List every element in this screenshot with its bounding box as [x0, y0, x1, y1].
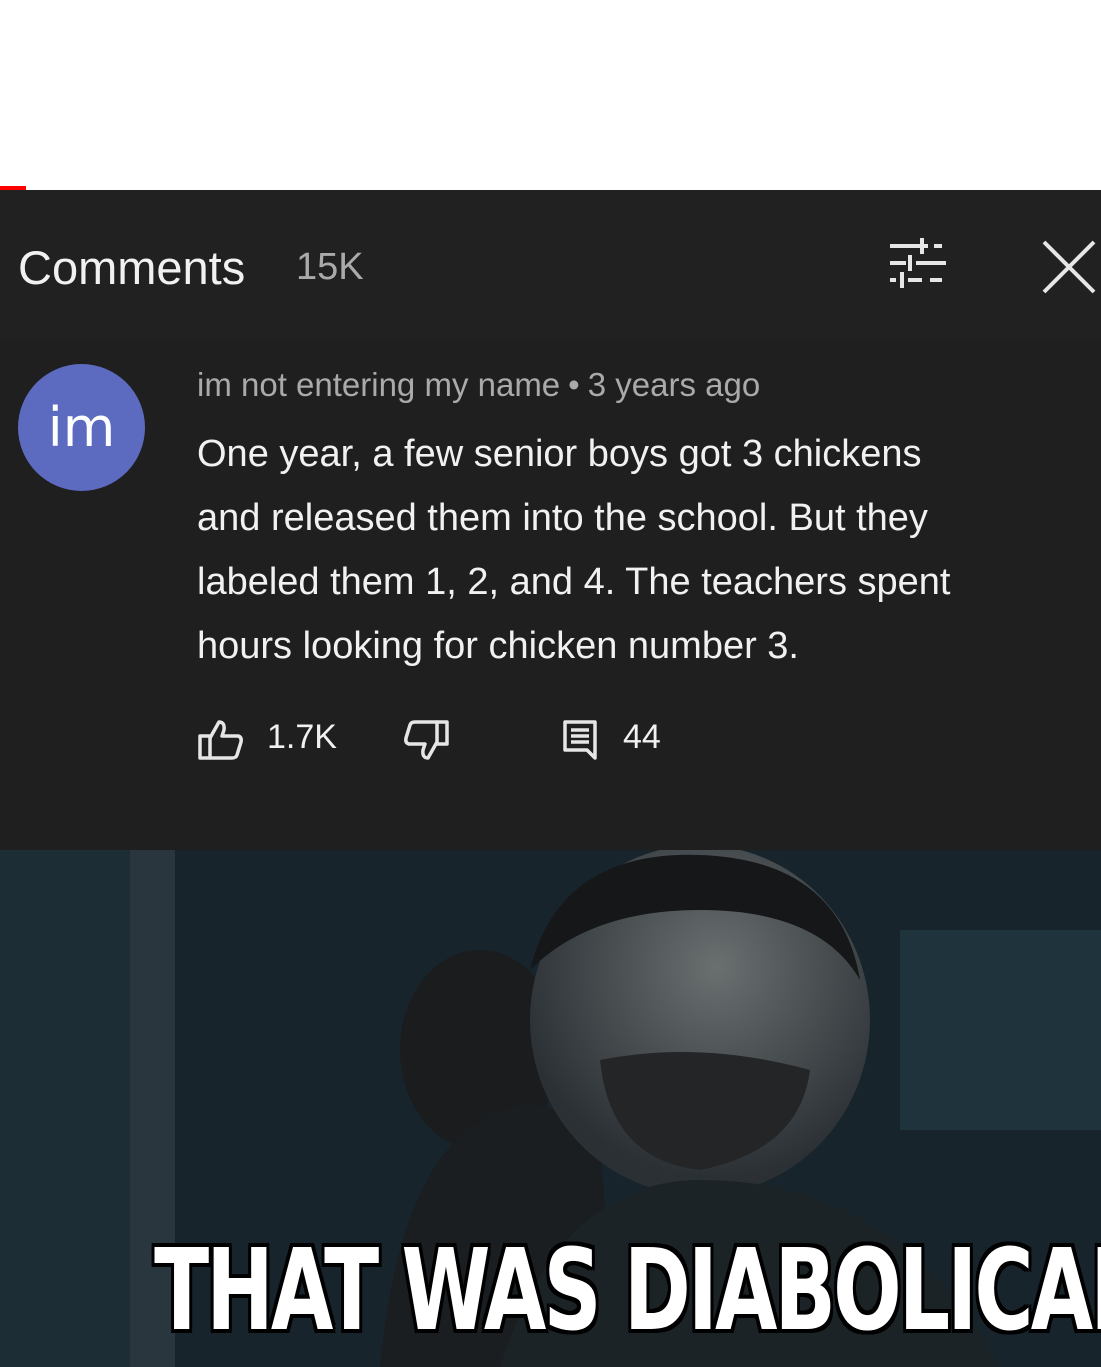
like-count: 1.7K: [267, 718, 337, 756]
comment-author[interactable]: im not entering my name: [197, 366, 560, 403]
meme-image: THAT WAS DIABOLICAL: [0, 850, 1101, 1367]
dislike-button[interactable]: [402, 718, 450, 762]
thumbs-up-icon: [198, 720, 243, 760]
comments-title: Comments: [18, 241, 246, 294]
comment-body-line: and released them into the school. But t…: [197, 497, 928, 539]
comments-panel: Comments 15K im im not entering my name …: [0, 190, 1101, 850]
comments-header: Comments 15K: [0, 190, 1101, 340]
comment-time[interactable]: 3 years ago: [588, 366, 760, 403]
reply-icon: [563, 720, 597, 760]
comment-item: im im not entering my name • 3 years ago O…: [0, 340, 1101, 850]
top-whitespace: [0, 0, 1101, 188]
reply-count: 44: [623, 718, 661, 756]
meta-separator: •: [568, 366, 580, 403]
comments-count: 15K: [296, 246, 364, 288]
thumbs-down-icon: [404, 720, 449, 760]
avatar[interactable]: im: [18, 364, 145, 491]
close-icon: [1042, 240, 1096, 294]
avatar-initials: im: [47, 396, 116, 459]
comment-body-line: One year, a few senior boys got 3 chicke…: [197, 433, 922, 475]
comment-body-line: hours looking for chicken number 3.: [197, 625, 799, 667]
meme-caption: THAT WAS DIABOLICAL: [154, 1226, 1101, 1356]
close-button[interactable]: [1036, 234, 1100, 298]
sort-sliders-icon: [890, 238, 946, 288]
reply-button[interactable]: [559, 718, 607, 762]
comment-meta: im not entering my name • 3 years ago: [197, 366, 760, 404]
comment-body-line: labeled them 1, 2, and 4. The teachers s…: [197, 561, 951, 603]
sort-button[interactable]: [882, 236, 952, 290]
like-button[interactable]: [197, 718, 245, 762]
comment-actions: 1.7K 44: [197, 710, 797, 766]
comment-body: One year, a few senior boys got 3 chicke…: [197, 422, 1087, 678]
